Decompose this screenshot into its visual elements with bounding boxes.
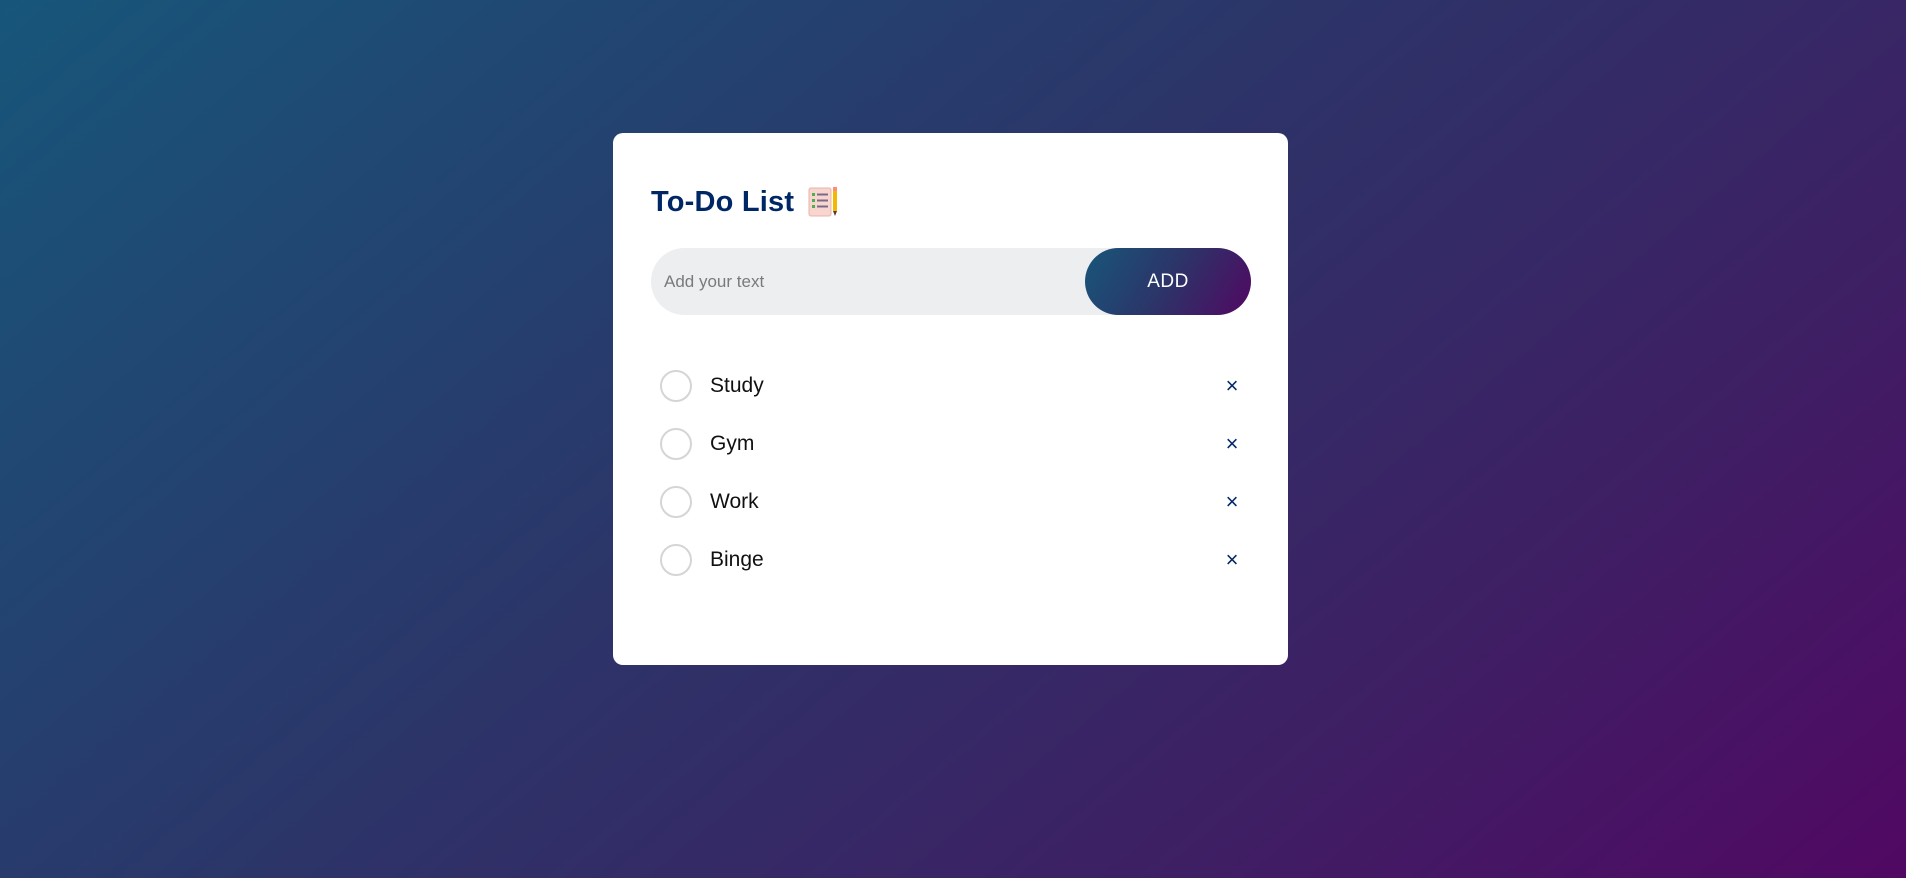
todo-label: Binge bbox=[710, 548, 764, 571]
close-icon[interactable]: × bbox=[1214, 426, 1250, 462]
todo-card: To-Do List ADD Study × bbox=[613, 133, 1288, 665]
header: To-Do List bbox=[651, 185, 840, 219]
close-icon[interactable]: × bbox=[1214, 542, 1250, 578]
list-item[interactable]: Study × bbox=[660, 357, 1250, 415]
list-item[interactable]: Gym × bbox=[660, 415, 1250, 473]
add-task-row: ADD bbox=[651, 247, 1251, 316]
checkbox-circle[interactable] bbox=[660, 370, 692, 402]
checkbox-circle[interactable] bbox=[660, 428, 692, 460]
todo-label: Gym bbox=[710, 432, 755, 455]
close-icon[interactable]: × bbox=[1214, 484, 1250, 520]
todo-label: Study bbox=[710, 374, 764, 397]
todo-list: Study × Gym × Work × Binge × bbox=[660, 357, 1250, 589]
todo-label: Work bbox=[710, 490, 759, 513]
page-title: To-Do List bbox=[651, 185, 795, 218]
list-item[interactable]: Work × bbox=[660, 473, 1250, 531]
task-input[interactable] bbox=[651, 247, 1085, 316]
list-item[interactable]: Binge × bbox=[660, 531, 1250, 589]
add-button[interactable]: ADD bbox=[1085, 248, 1251, 315]
checkbox-circle[interactable] bbox=[660, 486, 692, 518]
checkbox-circle[interactable] bbox=[660, 544, 692, 576]
checklist-icon bbox=[806, 185, 840, 219]
close-icon[interactable]: × bbox=[1214, 368, 1250, 404]
